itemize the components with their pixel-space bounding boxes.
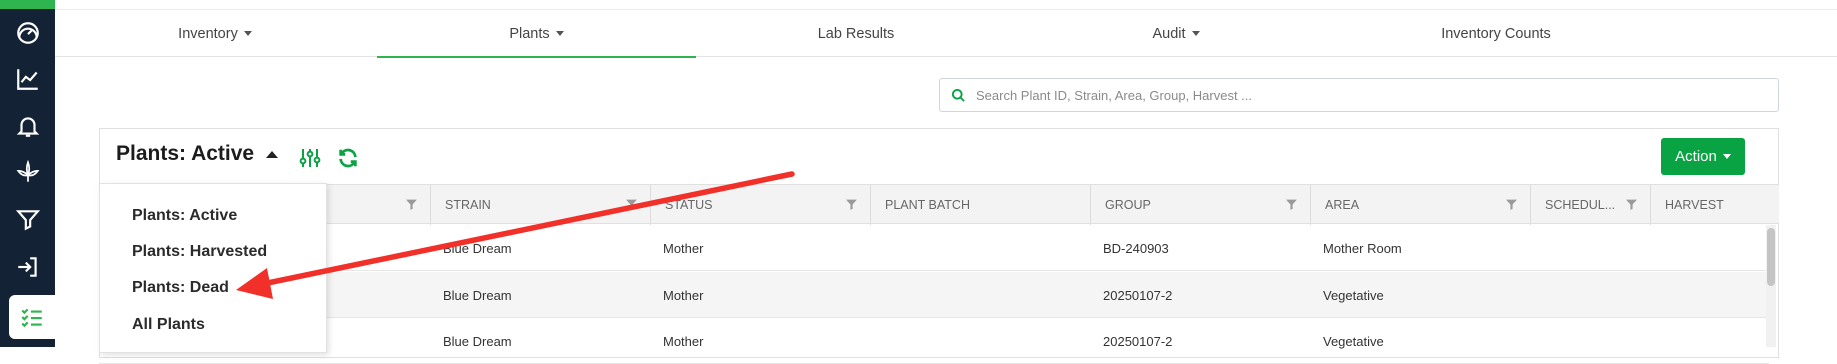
search-icon xyxy=(940,79,976,111)
status-cell: Mother xyxy=(663,333,704,349)
tab-audit[interactable]: Audit xyxy=(1016,10,1336,57)
table-header: STRAIN STATUS PLANT BATCH GROUP AREA SCH… xyxy=(99,184,1779,225)
column-header-schedule[interactable]: SCHEDUL... xyxy=(1530,185,1650,225)
plants-view-dropdown: Plants: Active Plants: Harvested Plants:… xyxy=(99,183,327,353)
table-scrollbar[interactable] xyxy=(1766,225,1776,347)
bell-icon[interactable] xyxy=(11,109,45,143)
group-cell: 20250107-2 xyxy=(1103,287,1173,303)
action-button[interactable]: Action xyxy=(1661,138,1745,175)
column-header-area[interactable]: AREA xyxy=(1310,185,1530,225)
column-header-label: PLANT BATCH xyxy=(885,198,970,212)
plants-view-selector[interactable]: Plants: Active xyxy=(116,142,279,166)
menu-item-all-plants[interactable]: All Plants xyxy=(132,316,205,334)
column-header-label: STATUS xyxy=(665,198,713,212)
refresh-icon[interactable] xyxy=(335,145,361,171)
table-row[interactable]: 05 Blue Dream Mother 20250107-2 Vegetati… xyxy=(99,272,1769,318)
filter-icon[interactable] xyxy=(831,198,858,214)
search-input[interactable] xyxy=(976,87,1756,103)
column-header-label: HARVEST xyxy=(1665,198,1724,212)
top-navigation: Inventory Plants Lab Results Audit Inven… xyxy=(55,9,1837,58)
status-cell: Mother xyxy=(663,240,704,256)
sidebar xyxy=(0,0,55,347)
status-cell: Mother xyxy=(663,287,704,303)
area-cell: Vegetative xyxy=(1323,287,1384,303)
tab-inventory-counts-label: Inventory Counts xyxy=(1441,25,1551,42)
menu-item-plants-dead[interactable]: Plants: Dead xyxy=(132,279,229,297)
filter-icon[interactable] xyxy=(611,198,638,214)
tab-audit-label: Audit xyxy=(1152,25,1186,42)
table-row[interactable]: 63 Blue Dream Mother 20250107-2 Vegetati… xyxy=(99,318,1769,364)
strain-cell: Blue Dream xyxy=(443,333,512,349)
chevron-down-icon xyxy=(1191,31,1200,36)
column-header-label: SCHEDUL... xyxy=(1545,198,1616,212)
column-settings-sliders-icon[interactable] xyxy=(297,145,323,171)
sidebar-top-accent xyxy=(0,0,55,9)
action-button-label: Action xyxy=(1675,148,1717,165)
chart-line-icon[interactable] xyxy=(11,62,45,96)
dashboard-icon[interactable] xyxy=(11,16,45,50)
filter-icon[interactable] xyxy=(391,198,418,214)
tab-plants[interactable]: Plants xyxy=(377,10,696,58)
column-header-label: GROUP xyxy=(1105,198,1151,212)
column-header-plant-batch[interactable]: PLANT BATCH xyxy=(870,185,1090,225)
group-cell: 20250107-2 xyxy=(1103,333,1173,349)
checklist-icon[interactable] xyxy=(9,295,55,339)
chevron-down-icon xyxy=(555,31,564,36)
tab-inventory[interactable]: Inventory xyxy=(55,10,375,57)
strain-cell: Blue Dream xyxy=(443,240,512,256)
tab-lab-results[interactable]: Lab Results xyxy=(696,10,1016,57)
group-cell: BD-240903 xyxy=(1103,240,1169,256)
chevron-down-icon xyxy=(1722,154,1731,159)
filter-icon[interactable] xyxy=(1491,198,1518,214)
column-header-strain[interactable]: STRAIN xyxy=(430,185,650,225)
menu-item-plants-harvested[interactable]: Plants: Harvested xyxy=(132,243,267,261)
scrollbar-thumb[interactable] xyxy=(1767,228,1775,286)
column-header-harvest[interactable]: HARVEST xyxy=(1650,185,1779,225)
tab-inventory-counts[interactable]: Inventory Counts xyxy=(1336,10,1656,57)
area-cell: Mother Room xyxy=(1323,240,1402,256)
filter-icon[interactable] xyxy=(1271,198,1298,214)
column-header-label: AREA xyxy=(1325,198,1360,212)
filter-icon[interactable] xyxy=(1611,198,1638,214)
column-header-group[interactable]: GROUP xyxy=(1090,185,1310,225)
area-cell: Vegetative xyxy=(1323,333,1384,349)
tab-lab-results-label: Lab Results xyxy=(817,25,895,42)
table-row[interactable]: 61 Blue Dream Mother BD-240903 Mother Ro… xyxy=(99,225,1769,271)
cannabis-leaf-icon[interactable] xyxy=(11,155,45,189)
tab-plants-label: Plants xyxy=(509,25,550,42)
tab-inventory-label: Inventory xyxy=(178,25,238,42)
sign-in-icon[interactable] xyxy=(11,250,45,284)
column-header-status[interactable]: STATUS xyxy=(650,185,870,225)
chevron-down-icon xyxy=(243,31,252,36)
menu-item-plants-active[interactable]: Plants: Active xyxy=(132,207,237,225)
strain-cell: Blue Dream xyxy=(443,287,512,303)
search-box xyxy=(939,78,1779,112)
column-header-label: STRAIN xyxy=(445,198,491,212)
caret-up-icon xyxy=(266,150,279,158)
page-title: Plants: Active xyxy=(116,142,255,165)
filter-funnel-icon[interactable] xyxy=(11,203,45,237)
